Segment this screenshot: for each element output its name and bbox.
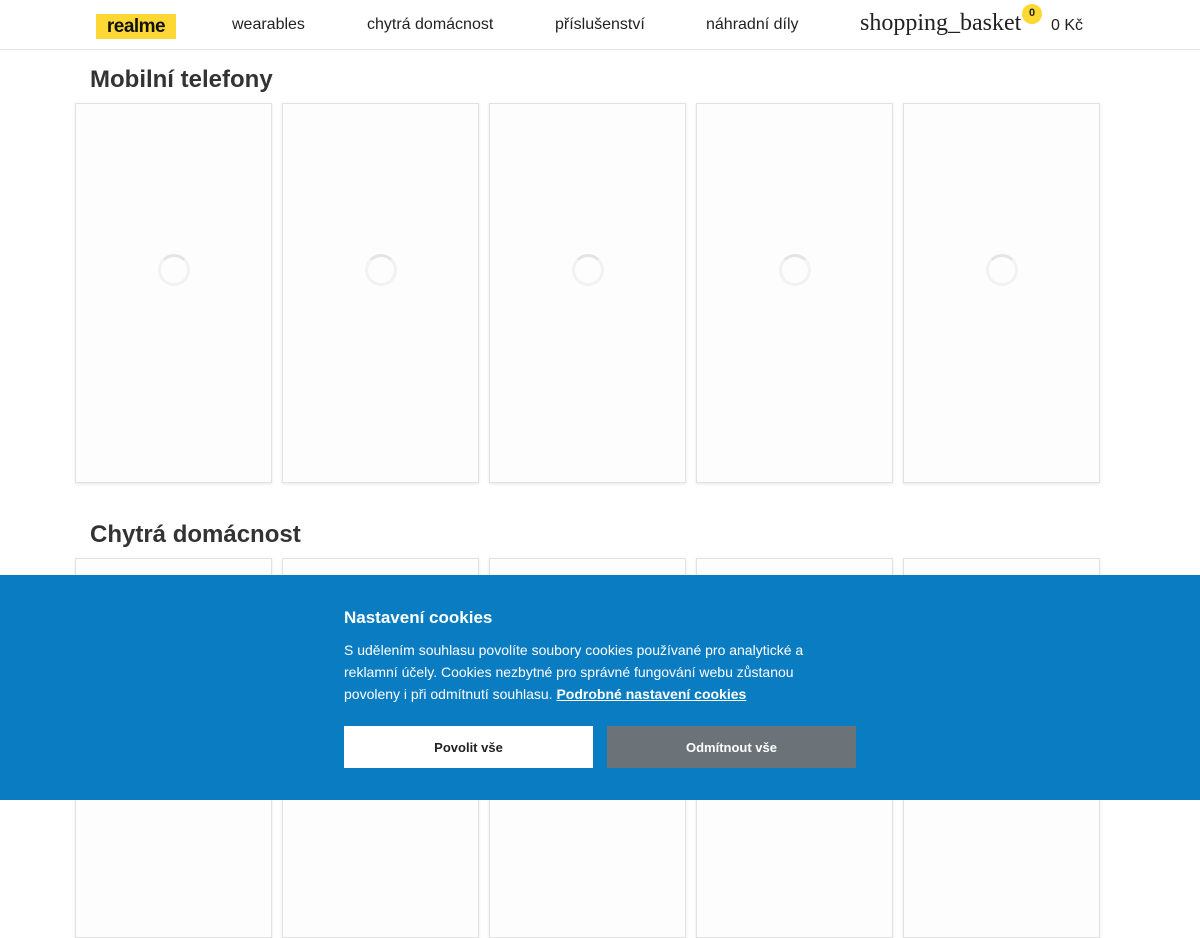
cookie-settings-link[interactable]: Podrobné nastavení cookies <box>556 686 746 702</box>
product-card[interactable] <box>903 103 1100 483</box>
product-card[interactable] <box>489 103 686 483</box>
basket-count-badge: 0 <box>1022 4 1042 24</box>
basket-total[interactable]: 0 Kč <box>1051 17 1083 35</box>
reject-all-button[interactable]: Odmítnout vše <box>607 726 856 768</box>
site-header: realme wearables chytrá domácnost příslu… <box>0 0 1200 50</box>
loading-spinner-icon <box>572 254 604 286</box>
loading-spinner-icon <box>779 254 811 286</box>
section-title-phones: Mobilní telefony <box>90 66 273 93</box>
section-title-smart-home: Chytrá domácnost <box>90 521 301 548</box>
cookie-banner-title: Nastavení cookies <box>344 608 493 627</box>
shopping-basket-icon[interactable]: shopping_basket <box>860 10 1021 37</box>
nav-accessories[interactable]: příslušenství <box>555 16 645 34</box>
cookie-banner: Nastavení cookies S udělením souhlasu po… <box>0 575 1200 800</box>
product-card[interactable] <box>75 103 272 483</box>
accept-all-button[interactable]: Povolit vše <box>344 726 593 768</box>
product-card[interactable] <box>696 103 893 483</box>
nav-smart-home[interactable]: chytrá domácnost <box>367 16 493 34</box>
product-card[interactable] <box>282 103 479 483</box>
realme-logo[interactable]: realme <box>96 14 176 39</box>
cookie-banner-text: S udělením souhlasu povolíte soubory coo… <box>344 639 834 705</box>
nav-wearables[interactable]: wearables <box>232 16 305 34</box>
loading-spinner-icon <box>365 254 397 286</box>
nav-spare-parts[interactable]: náhradní díly <box>706 16 799 34</box>
loading-spinner-icon <box>158 254 190 286</box>
loading-spinner-icon <box>986 254 1018 286</box>
